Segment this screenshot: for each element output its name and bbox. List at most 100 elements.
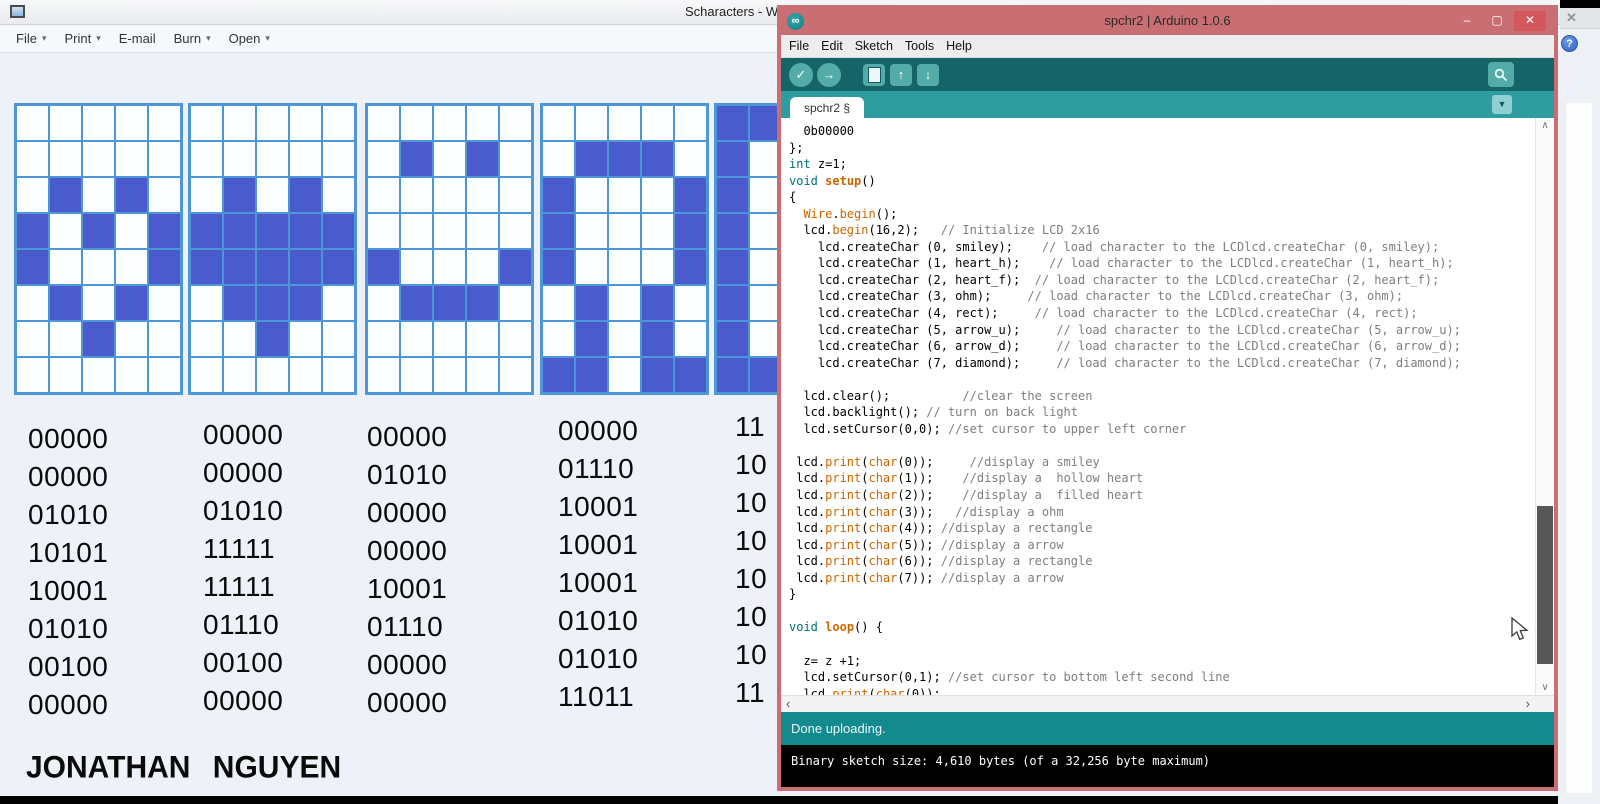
close-button[interactable]: ✕ [1514,11,1546,31]
help-icon[interactable]: ? [1561,35,1578,52]
code-line[interactable]: lcd.createChar (5, arrow_u); // load cha… [789,322,1534,339]
pixel-cell [323,214,354,248]
code-line[interactable] [789,603,1534,620]
pixel-cell [576,286,607,320]
pixel-cell [17,358,48,392]
tab-spchr2[interactable]: spchr2 § [790,97,865,118]
pixel-cell [543,286,574,320]
menu-file[interactable]: File ▾ [16,31,46,46]
binary-value: 10001 [558,529,639,560]
menu-print[interactable]: Print ▾ [64,31,100,46]
code-line[interactable]: void loop() { [789,619,1534,636]
code-line[interactable]: lcd.print(char(3)); //display a ohm [789,504,1534,521]
code-line[interactable]: }; [789,140,1534,157]
code-line[interactable]: { [789,189,1534,206]
vertical-scrollbar[interactable]: ∧ ∨ [1535,118,1554,695]
scroll-up-icon[interactable]: ∧ [1536,120,1554,131]
pixel-cell [576,106,607,140]
code-line[interactable]: lcd.print(char(4)); //display a rectangl… [789,520,1534,537]
binary-column-2: 00000 00000 01010 11111 11111 01110 00100 00000 [203,416,283,720]
code-line[interactable]: 0b00000 [789,123,1534,140]
pixel-cell [257,250,288,284]
binary-value: 10 [735,449,768,480]
code-line[interactable] [789,371,1534,388]
pixel-cell [467,286,498,320]
code-editor[interactable]: 0b00000}; int z=1; void setup(){ Wire.begi… [789,123,1534,695]
upload-button[interactable]: → [817,62,841,87]
pixel-cell [368,214,399,248]
code-line[interactable]: lcd.print(char(5)); //display a arrow [789,537,1534,554]
menu-file[interactable]: File [789,39,809,53]
code-line[interactable]: lcd.setCursor(0,1); //set cursor to bott… [789,669,1534,686]
pixel-cell [83,250,114,284]
menu-open[interactable]: Open ▾ [229,31,270,46]
vertical-scrollbar-thumb[interactable] [1537,506,1553,664]
pixel-cell [434,106,465,140]
binary-value: 10001 [28,575,109,606]
horizontal-scrollbar[interactable]: ‹ › [781,695,1554,712]
scroll-left-icon[interactable]: ‹ [786,696,790,711]
pixel-cell [675,178,706,212]
code-line[interactable]: z= z +1; [789,653,1534,670]
binary-value: 00000 [203,457,284,488]
menu-tools[interactable]: Tools [905,39,934,53]
binary-value: 00000 [558,415,639,446]
minimize-button[interactable]: – [1454,11,1480,31]
pixel-cell [401,178,432,212]
code-line[interactable] [789,636,1534,653]
pixel-cell [191,250,222,284]
code-line[interactable]: lcd.print(char(6)); //display a rectangl… [789,553,1534,570]
code-line[interactable]: lcd.print(char(0)); [789,686,1534,695]
code-line[interactable]: lcd.createChar (1, heart_h); // load cha… [789,255,1534,272]
code-line[interactable]: lcd.createChar (4, rect); // load charac… [789,305,1534,322]
verify-button[interactable]: ✓ [789,62,813,87]
code-line[interactable]: Wire.begin(); [789,206,1534,223]
pixel-cell [116,286,147,320]
menu-help[interactable]: Help [946,39,972,53]
menu-burn[interactable]: Burn ▾ [174,31,211,46]
code-line[interactable]: } [789,586,1534,603]
code-line[interactable]: lcd.print(char(7)); //display a arrow [789,570,1534,587]
open-sketch-button[interactable]: ↑ [890,63,912,86]
pixel-cell [17,178,48,212]
code-line[interactable]: lcd.createChar (7, diamond); // load cha… [789,355,1534,372]
serial-monitor-button[interactable] [1488,62,1514,87]
scroll-down-icon[interactable]: ∨ [1536,682,1554,693]
code-line[interactable]: void setup() [789,173,1534,190]
code-line[interactable]: lcd.createChar (2, heart_f); // load cha… [789,272,1534,289]
code-line[interactable]: lcd.setCursor(0,0); //set cursor to uppe… [789,421,1534,438]
code-line[interactable]: lcd.createChar (6, arrow_d); // load cha… [789,338,1534,355]
pixel-cell [257,322,288,356]
menu-email[interactable]: E-mail [119,31,156,46]
maximize-button[interactable]: ▢ [1484,11,1510,31]
code-line[interactable]: lcd.createChar (0, smiley); // load char… [789,239,1534,256]
tab-menu-button[interactable]: ▼ [1492,95,1512,114]
pixel-cell [116,322,147,356]
menu-sketch[interactable]: Sketch [855,39,893,53]
scroll-right-icon[interactable]: › [1526,696,1530,711]
close-icon[interactable]: ✕ [1566,10,1577,26]
pixel-cell [116,214,147,248]
binary-value: 00000 [367,497,448,528]
pixel-cell [116,358,147,392]
menu-edit[interactable]: Edit [821,39,843,53]
code-line[interactable]: lcd.print(char(2)); //display a filled h… [789,487,1534,504]
pixel-cell [717,106,748,140]
binary-value: 00000 [367,649,448,680]
pixel-cell [500,178,531,212]
pixel-cell [257,286,288,320]
code-line[interactable]: lcd.backlight(); // turn on back light [789,404,1534,421]
code-line[interactable]: lcd.begin(16,2); // Initialize LCD 2x16 [789,222,1534,239]
code-line[interactable]: lcd.createChar (3, ohm); // load charact… [789,288,1534,305]
code-line[interactable]: lcd.print(char(1)); //display a hollow h… [789,470,1534,487]
code-line[interactable]: lcd.clear(); //clear the screen [789,388,1534,405]
pixel-cell [257,214,288,248]
code-line[interactable]: int z=1; [789,156,1534,173]
binary-value: 10001 [367,573,448,604]
code-line[interactable] [789,437,1534,454]
pixel-cell [116,142,147,176]
pixel-cell [609,214,640,248]
code-line[interactable]: lcd.print(char(0)); //display a smiley [789,454,1534,471]
save-sketch-button[interactable]: ↓ [917,63,939,86]
new-sketch-button[interactable] [863,63,885,86]
